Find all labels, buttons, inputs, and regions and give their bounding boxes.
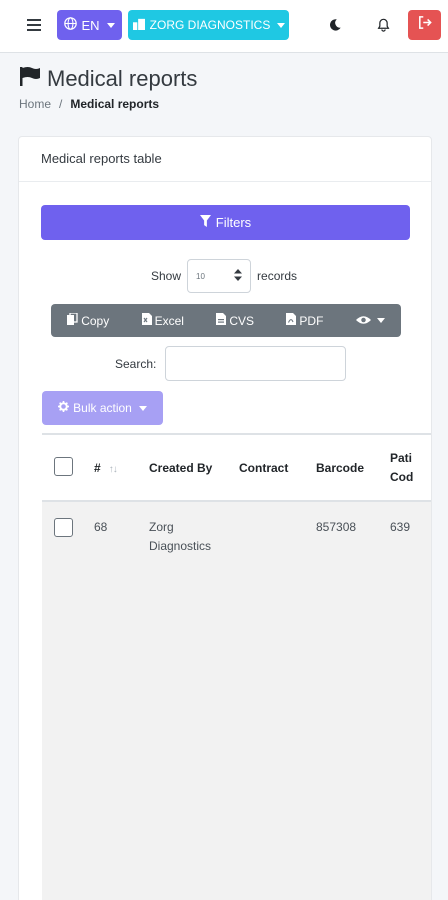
logout-button[interactable] bbox=[408, 10, 441, 40]
breadcrumb-home[interactable]: Home bbox=[19, 97, 51, 111]
column-header-patient-code-line2: Cod bbox=[390, 469, 414, 484]
cell-created-by-line2: Diagnostics bbox=[149, 539, 212, 553]
cell-patient-code: 639 bbox=[390, 520, 411, 534]
table-header-row: # ↑↓ Created By Contract Barcode Pati Cod bbox=[42, 435, 431, 502]
bell-icon[interactable] bbox=[370, 12, 396, 38]
excel-button[interactable]: Excel bbox=[141, 313, 184, 328]
bulk-action-button[interactable]: Bulk action bbox=[42, 391, 163, 425]
language-label: EN bbox=[81, 17, 100, 33]
copy-icon bbox=[67, 312, 78, 328]
globe-icon bbox=[64, 17, 78, 33]
breadcrumb: Home / Medical reports bbox=[19, 97, 159, 111]
column-header-patient-code-line1: Pati bbox=[390, 450, 413, 465]
cell-id: 68 bbox=[94, 520, 108, 534]
filters-button[interactable]: Filters bbox=[41, 205, 410, 240]
excel-icon bbox=[141, 313, 152, 328]
export-toolbar: Copy Excel CVS PDF bbox=[51, 304, 401, 337]
flag-icon bbox=[19, 66, 41, 92]
column-header-barcode[interactable]: Barcode bbox=[308, 435, 382, 502]
column-header-created-by[interactable]: Created By bbox=[141, 435, 231, 502]
organization-dropdown[interactable]: ZORG DIAGNOSTICS bbox=[128, 10, 289, 40]
cell-created-by: Zorg Diagnostics bbox=[141, 501, 231, 566]
bulk-action-label: Bulk action bbox=[73, 401, 132, 415]
table-row: 68 Zorg Diagnostics 857308 639 bbox=[42, 501, 431, 566]
records-label: records bbox=[257, 269, 298, 283]
card-title: Medical reports table bbox=[19, 137, 431, 182]
search-control: Search: bbox=[115, 346, 347, 381]
breadcrumb-current: Medical reports bbox=[70, 97, 160, 111]
medical-reports-table: # ↑↓ Created By Contract Barcode Pati Cod bbox=[42, 433, 431, 900]
column-header-patient-code[interactable]: Pati Cod bbox=[382, 435, 431, 502]
pdf-label: PDF bbox=[299, 313, 324, 328]
row-checkbox[interactable] bbox=[54, 518, 73, 537]
organization-label: ZORG DIAGNOSTICS bbox=[149, 18, 271, 32]
building-icon bbox=[132, 18, 146, 33]
column-header-id-label: # bbox=[94, 460, 101, 475]
chevron-down-icon bbox=[106, 22, 115, 28]
page-length-value: 10 bbox=[196, 271, 205, 281]
logout-icon bbox=[418, 16, 432, 34]
pdf-button[interactable]: PDF bbox=[286, 313, 323, 328]
column-header-contract[interactable]: Contract bbox=[231, 435, 308, 502]
copy-label: Copy bbox=[81, 313, 110, 328]
top-navbar: EN ZORG DIAGNOSTICS bbox=[0, 0, 448, 53]
language-dropdown[interactable]: EN bbox=[57, 10, 122, 40]
page-length-control: Show 10 records bbox=[151, 259, 297, 293]
eye-icon bbox=[355, 314, 371, 328]
row-select-cell bbox=[42, 501, 86, 566]
excel-label: Excel bbox=[154, 313, 184, 328]
select-all-checkbox[interactable] bbox=[54, 456, 73, 476]
moon-icon[interactable] bbox=[322, 12, 348, 38]
show-label: Show bbox=[151, 269, 182, 283]
chevron-down-icon bbox=[277, 22, 286, 28]
cell-barcode: 857308 bbox=[316, 520, 357, 534]
copy-button[interactable]: Copy bbox=[67, 312, 110, 328]
cell-created-by-line1: Zorg bbox=[149, 520, 174, 534]
page-title-text: Medical reports bbox=[47, 66, 198, 91]
page-length-select[interactable]: 10 bbox=[187, 259, 252, 293]
medical-reports-card: Medical reports table Filters Show 10 re… bbox=[18, 136, 432, 900]
sort-icon: ↑↓ bbox=[108, 463, 118, 475]
chevron-down-icon bbox=[138, 405, 147, 411]
cell-contract bbox=[231, 501, 308, 566]
menu-icon[interactable] bbox=[20, 13, 48, 37]
header-select-all bbox=[42, 435, 86, 502]
pdf-icon bbox=[286, 313, 297, 328]
search-input[interactable] bbox=[165, 346, 347, 381]
reports-table: # ↑↓ Created By Contract Barcode Pati Cod bbox=[42, 435, 431, 566]
filter-icon bbox=[199, 215, 211, 230]
column-visibility-button[interactable] bbox=[355, 314, 385, 328]
csv-label: CVS bbox=[229, 313, 255, 328]
search-label: Search: bbox=[115, 356, 157, 371]
gear-icon bbox=[58, 401, 70, 415]
up-down-icon bbox=[234, 269, 243, 283]
column-header-id[interactable]: # ↑↓ bbox=[86, 435, 141, 502]
page-title: Medical reports bbox=[19, 66, 197, 92]
chevron-down-icon bbox=[376, 318, 385, 323]
csv-button[interactable]: CVS bbox=[216, 313, 254, 328]
breadcrumb-separator: / bbox=[59, 97, 63, 111]
filters-label: Filters bbox=[215, 215, 252, 230]
csv-icon bbox=[216, 313, 227, 328]
